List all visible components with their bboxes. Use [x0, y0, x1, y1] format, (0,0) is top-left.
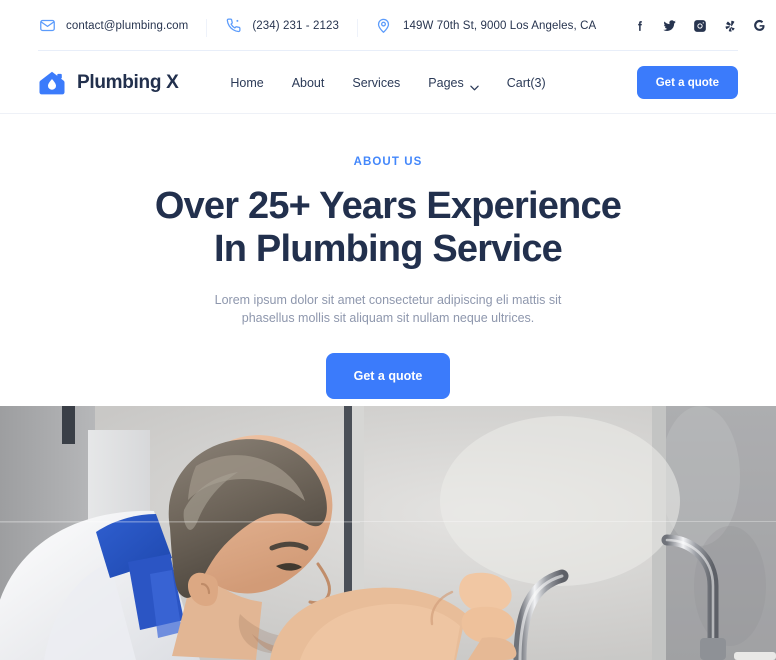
- page-title: Over 25+ Years Experience In Plumbing Se…: [0, 185, 776, 271]
- instagram-icon[interactable]: [692, 18, 707, 33]
- chevron-down-icon: [470, 80, 479, 90]
- hero-title-line-1: Over 25+ Years Experience: [154, 185, 622, 227]
- hero-get-a-quote-button[interactable]: Get a quote: [325, 353, 451, 399]
- nav-item-home[interactable]: Home: [230, 76, 263, 90]
- house-water-drop-logo-icon: [38, 69, 66, 97]
- facebook-icon[interactable]: [632, 18, 647, 33]
- location-pin-icon: [375, 17, 393, 35]
- photo-seam-lower: [0, 522, 360, 523]
- nav-item-pages-label: Pages: [428, 75, 464, 90]
- nav-item-services[interactable]: Services: [352, 76, 400, 90]
- contact-phone-text: (234) 231 - 2123: [252, 19, 339, 32]
- top-contact-bar: contact@plumbing.com (234) 231 - 2123 14…: [0, 0, 776, 51]
- header-get-a-quote-button[interactable]: Get a quote: [636, 66, 738, 99]
- nav-item-cart[interactable]: Cart(3): [507, 76, 546, 90]
- site-header: Plumbing X Home About Services Pages Car…: [0, 51, 776, 114]
- hero-eyebrow: ABOUT US: [353, 156, 423, 168]
- google-icon[interactable]: [752, 18, 767, 33]
- nav-item-services-label: Services: [352, 75, 401, 90]
- nav-item-cart-label: Cart(3): [506, 75, 546, 90]
- hero-photo: [0, 406, 776, 660]
- nav-item-about-label: About: [291, 75, 325, 90]
- hero-title-line-2: In Plumbing Service: [213, 228, 563, 270]
- brand-logo-link[interactable]: Plumbing X: [38, 69, 179, 97]
- contact-list: contact@plumbing.com (234) 231 - 2123 14…: [38, 17, 632, 37]
- yelp-icon[interactable]: [722, 18, 737, 33]
- contact-address-text: 149W 70th St, 9000 Los Angeles, CA: [402, 19, 597, 32]
- contact-item-address[interactable]: 149W 70th St, 9000 Los Angeles, CA: [356, 17, 614, 37]
- brand-name: Plumbing X: [77, 71, 179, 93]
- twitter-icon[interactable]: [662, 18, 677, 33]
- header-divider: [0, 113, 776, 114]
- social-links: [632, 18, 767, 33]
- hero-section: ABOUT US Over 25+ Years Experience In Pl…: [0, 114, 776, 456]
- contact-email-text: contact@plumbing.com: [66, 19, 189, 32]
- phone-icon: [224, 17, 242, 35]
- page-root: contact@plumbing.com (234) 231 - 2123 14…: [0, 0, 776, 660]
- nav-item-home-label: Home: [230, 75, 264, 90]
- hero-subtitle: Lorem ipsum dolor sit amet consectetur a…: [214, 293, 562, 325]
- mail-icon: [38, 17, 56, 35]
- nav-item-about[interactable]: About: [292, 76, 325, 90]
- contact-item-email[interactable]: contact@plumbing.com: [38, 17, 206, 35]
- nav-item-pages[interactable]: Pages: [428, 75, 479, 90]
- contact-item-phone[interactable]: (234) 231 - 2123: [206, 17, 357, 37]
